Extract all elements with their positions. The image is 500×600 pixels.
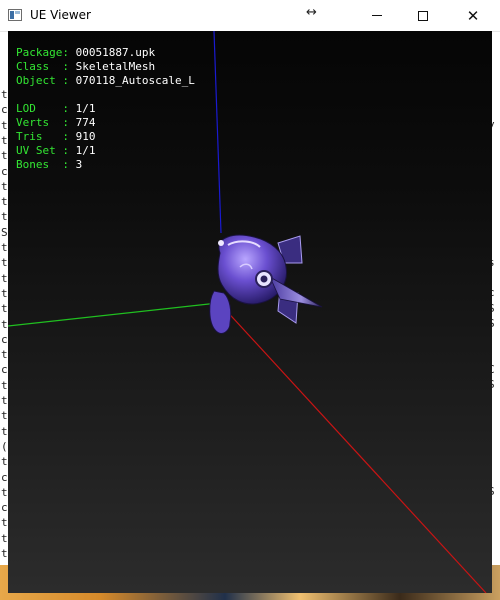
- info-key: Bones: [16, 158, 63, 171]
- info-key: Tris: [16, 130, 63, 143]
- info-row: LOD : 1/1: [16, 102, 195, 116]
- title-bar[interactable]: UE Viewer ↔ ✕: [0, 0, 500, 32]
- info-value: 3: [75, 158, 83, 171]
- info-row: Tris : 910: [16, 130, 195, 144]
- info-row: Verts : 774: [16, 116, 195, 130]
- info-row: Object : 070118_Autoscale_L: [16, 74, 195, 88]
- close-button[interactable]: ✕: [446, 0, 500, 31]
- info-key: UV Set: [16, 144, 63, 157]
- info-separator: :: [62, 116, 76, 129]
- ue-viewer-window: UE Viewer ↔ ✕ Package: 00051887.upk Clas…: [0, 0, 500, 600]
- info-value: 1/1: [75, 144, 96, 157]
- maximize-icon: [418, 10, 428, 21]
- info-gap: [16, 88, 195, 102]
- info-row: Class : SkeletalMesh: [16, 60, 195, 74]
- info-value: 00051887.upk: [75, 46, 156, 59]
- z-axis-line: [213, 31, 222, 234]
- y-axis-line: [8, 302, 219, 327]
- info-key: LOD: [16, 102, 63, 115]
- info-separator: :: [62, 158, 76, 171]
- window-title: UE Viewer: [30, 8, 91, 22]
- info-key: Class: [16, 60, 63, 73]
- info-separator: :: [62, 46, 76, 59]
- maximize-button[interactable]: [400, 0, 446, 31]
- mesh-info-overlay: Package: 00051887.upk Class : SkeletalMes…: [16, 46, 195, 172]
- info-value: 774: [75, 116, 96, 129]
- skeletal-mesh-model[interactable]: [209, 234, 323, 334]
- info-key: Package: [16, 46, 63, 59]
- minimize-button[interactable]: [354, 0, 400, 31]
- minimize-icon: [372, 15, 382, 16]
- info-value: 910: [75, 130, 96, 143]
- info-key: Verts: [16, 116, 63, 129]
- info-separator: :: [62, 74, 76, 87]
- info-value: 1/1: [75, 102, 96, 115]
- info-row: Package: 00051887.upk: [16, 46, 195, 60]
- close-icon: ✕: [466, 6, 480, 25]
- info-row: Bones : 3: [16, 158, 195, 172]
- info-value: SkeletalMesh: [75, 60, 156, 73]
- info-separator: :: [62, 102, 76, 115]
- resize-cursor-icon: ↔: [306, 5, 317, 20]
- info-separator: :: [62, 144, 76, 157]
- info-row: UV Set : 1/1: [16, 144, 195, 158]
- info-value: 070118_Autoscale_L: [75, 74, 195, 87]
- x-axis-line: [221, 305, 487, 593]
- info-separator: :: [62, 60, 76, 73]
- 3d-viewport[interactable]: Package: 00051887.upk Class : SkeletalMes…: [8, 31, 492, 593]
- info-key: Object: [16, 74, 63, 87]
- info-separator: :: [62, 130, 76, 143]
- app-icon: [8, 9, 22, 21]
